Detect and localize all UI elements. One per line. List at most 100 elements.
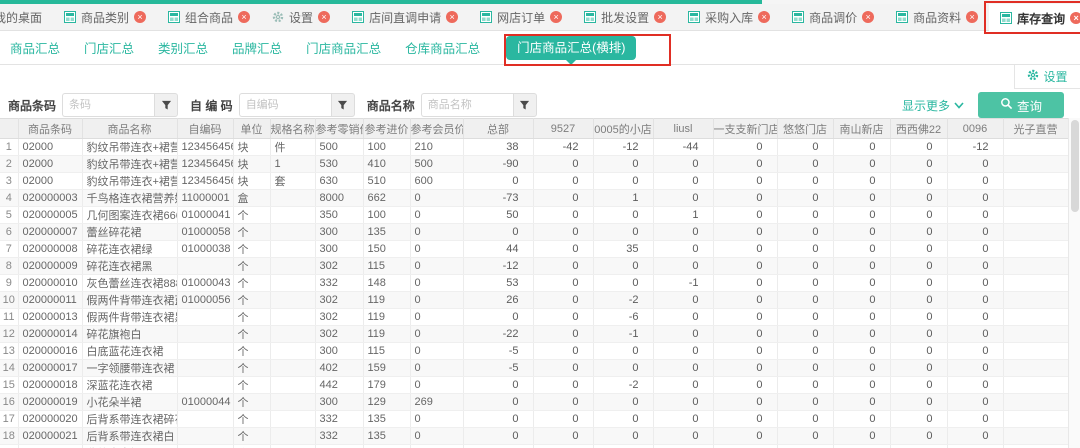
window-tab-4[interactable]: 设置×: [261, 4, 341, 30]
column-header-参考零销价[interactable]: 参考零销价: [315, 119, 363, 139]
table-cell: [177, 411, 233, 428]
column-header-商品名称[interactable]: 商品名称: [82, 119, 177, 139]
table-row[interactable]: 5020000005几何图案连衣裙66601000041个35010005000…: [0, 207, 1068, 224]
table-cell: 块: [233, 139, 270, 156]
filter-funnel-icon[interactable]: [154, 93, 178, 117]
show-more-label: 显示更多: [902, 97, 950, 114]
table-row[interactable]: 15020000018深蓝花连衣裙个442179000-2000000: [0, 377, 1068, 394]
subtab-3[interactable]: 类别汇总: [158, 38, 208, 57]
column-header-9527[interactable]: 9527: [533, 119, 593, 139]
module-icon: [896, 11, 908, 23]
search-button[interactable]: 查询: [978, 92, 1064, 118]
column-header-单位[interactable]: 单位: [233, 119, 270, 139]
close-icon[interactable]: ×: [446, 11, 458, 23]
table-row[interactable]: 11020000013假两件背带连衣裙黑个302119000-6000000: [0, 309, 1068, 326]
table-cell: 53: [463, 275, 533, 292]
column-header-规格名称[interactable]: 规格名称: [270, 119, 315, 139]
table-cell: 0: [777, 156, 833, 173]
table-cell: 白底蓝花连衣裙: [82, 343, 177, 360]
row-number-cell: 2: [0, 156, 18, 173]
filter-funnel-icon[interactable]: [331, 93, 355, 117]
close-icon[interactable]: ×: [318, 11, 330, 23]
table-cell: 020000019: [18, 394, 82, 411]
table-cell: 0: [890, 275, 947, 292]
table-cell: 0: [653, 258, 713, 275]
table-row[interactable]: 102000豹纹吊带连衣+裙营养奶%51234564566666块件500100…: [0, 139, 1068, 156]
window-tab-3[interactable]: 组合商品×: [157, 4, 261, 30]
column-header-西西佛22[interactable]: 西西佛22: [890, 119, 947, 139]
table-row[interactable]: 16020000019小花朵半裙01000044个300129269000000…: [0, 394, 1068, 411]
window-tab-6[interactable]: 网店订单×: [469, 4, 573, 30]
scrollbar-thumb[interactable]: [1071, 120, 1079, 212]
column-header-一支支新门店[interactable]: 一支支新门店: [713, 119, 777, 139]
table-cell: 0: [533, 309, 593, 326]
column-header-0096[interactable]: 0096: [947, 119, 1003, 139]
window-tab-8[interactable]: 采购入库×: [677, 4, 781, 30]
show-more-link[interactable]: 显示更多: [902, 97, 964, 114]
table-cell: 0: [713, 428, 777, 445]
column-header-liusl[interactable]: liusl: [653, 119, 713, 139]
filter-input-1[interactable]: [62, 93, 154, 117]
table-row[interactable]: 7020000008碎花连衣裙绿01000038个300150044035000…: [0, 241, 1068, 258]
subtab-6[interactable]: 仓库商品汇总: [405, 38, 480, 57]
table-row[interactable]: 17020000020后背系带连衣裙碎花个3321350000000000: [0, 411, 1068, 428]
table-row[interactable]: 10020000011假两件背带连衣裙蓝01000056个3021190260-…: [0, 292, 1068, 309]
filter-input-3[interactable]: [421, 93, 513, 117]
close-icon[interactable]: ×: [758, 11, 770, 23]
close-icon[interactable]: ×: [654, 11, 666, 23]
table-cell: 0: [533, 428, 593, 445]
close-icon[interactable]: ×: [966, 11, 978, 23]
window-tab-11[interactable]: 库存查询×: [989, 4, 1080, 32]
filter-funnel-icon[interactable]: [513, 93, 537, 117]
table-row[interactable]: 8020000009碎花连衣裙黑个3021150-1200000000: [0, 258, 1068, 275]
column-header-南山新店[interactable]: 南山新店: [833, 119, 890, 139]
window-tab-10[interactable]: 商品资料×: [885, 4, 989, 30]
column-header-总部[interactable]: 总部: [463, 119, 533, 139]
table-row[interactable]: 19020000022豹纹半身裙个2007501000000000: [0, 445, 1068, 448]
close-icon[interactable]: ×: [1070, 12, 1080, 24]
close-icon[interactable]: ×: [238, 11, 250, 23]
table-row[interactable]: 13020000016白底蓝花连衣裙个3001150-500000000: [0, 343, 1068, 360]
table-cell: 0: [653, 224, 713, 241]
table-cell: 0: [593, 428, 653, 445]
window-tab-9[interactable]: 商品调价×: [781, 4, 885, 30]
subtab-5[interactable]: 门店商品汇总: [306, 38, 381, 57]
table-cell: 01000043: [177, 275, 233, 292]
table-cell: 302: [315, 309, 363, 326]
column-header-自编码[interactable]: 自编码: [177, 119, 233, 139]
column-header-光子直营[interactable]: 光子直营: [1003, 119, 1068, 139]
table-cell: 0: [833, 309, 890, 326]
close-icon[interactable]: ×: [134, 11, 146, 23]
column-header-悠悠门店[interactable]: 悠悠门店: [777, 119, 833, 139]
column-header-0005的小店[interactable]: 0005的小店: [593, 119, 653, 139]
window-tab-5[interactable]: 店间直调申请×: [341, 4, 469, 30]
settings-button[interactable]: 设置: [1014, 65, 1080, 89]
table-cell: 0: [833, 207, 890, 224]
table-row[interactable]: 14020000017一字领腰带连衣裙个4021590-500000000: [0, 360, 1068, 377]
window-tab-2[interactable]: 商品类别×: [53, 4, 157, 30]
column-header-参考进价[interactable]: 参考进价: [363, 119, 410, 139]
table-row[interactable]: 18020000021后背系带连衣裙白个3321350000000000: [0, 428, 1068, 445]
table-cell: 119: [363, 309, 410, 326]
subtab-active-store-goods-horizontal[interactable]: 门店商品汇总(横排): [506, 36, 636, 60]
column-header-rownum[interactable]: [0, 119, 18, 139]
subtab-1[interactable]: 商品汇总: [10, 38, 60, 57]
table-row[interactable]: 12020000014碎花旗袍白个3021190-220-1000000: [0, 326, 1068, 343]
column-header-参考会员价[interactable]: 参考会员价: [410, 119, 463, 139]
filter-input-2[interactable]: [239, 93, 331, 117]
table-row[interactable]: 202000豹纹吊带连衣+裙营养奶%51234564566666块1530410…: [0, 156, 1068, 173]
table-row[interactable]: 302000豹纹吊带连衣+裙营养奶%51234564566666块套630510…: [0, 173, 1068, 190]
window-tab-1[interactable]: 我的桌面: [0, 4, 53, 30]
close-icon[interactable]: ×: [550, 11, 562, 23]
table-cell: [270, 394, 315, 411]
table-row[interactable]: 6020000007蕾丝碎花裙01000058个3001350000000000: [0, 224, 1068, 241]
table-cell: 500: [315, 139, 363, 156]
subtab-2[interactable]: 门店汇总: [84, 38, 134, 57]
close-icon[interactable]: ×: [862, 11, 874, 23]
table-row[interactable]: 9020000010灰色蕾丝连衣裙88801000043个33214805300…: [0, 275, 1068, 292]
table-row[interactable]: 4020000003千鸟格连衣裙营养奶++11000001盒80006620-7…: [0, 190, 1068, 207]
column-header-商品条码[interactable]: 商品条码: [18, 119, 82, 139]
window-tab-7[interactable]: 批发设置×: [573, 4, 677, 30]
vertical-scrollbar[interactable]: [1068, 118, 1080, 448]
subtab-4[interactable]: 品牌汇总: [232, 38, 282, 57]
